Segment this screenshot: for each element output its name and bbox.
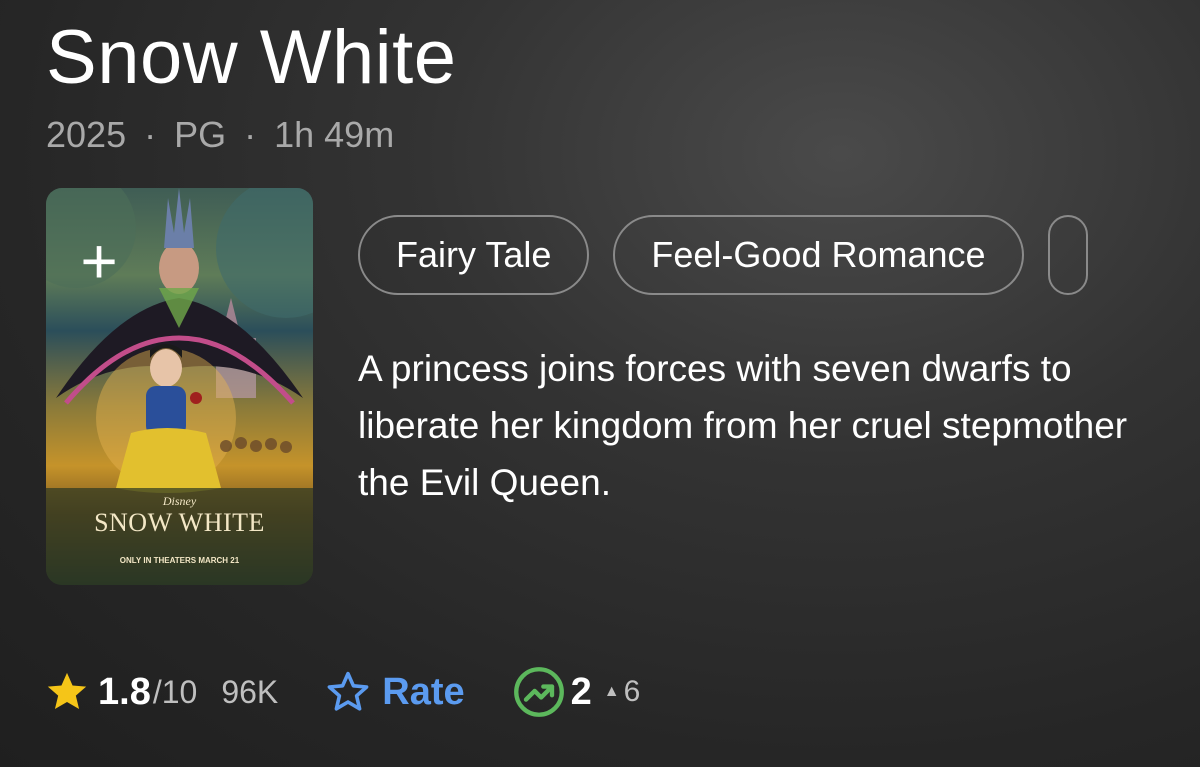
meta-separator: · bbox=[144, 114, 157, 155]
triangle-up-icon: ▲ bbox=[603, 683, 620, 700]
runtime: 1h 49m bbox=[274, 114, 395, 155]
genre-chip-partial[interactable] bbox=[1047, 215, 1088, 295]
plot-description: A princess joins forces with seven dwarf… bbox=[358, 348, 1128, 503]
poster-release-text: ONLY IN THEATERS MARCH 21 bbox=[119, 556, 240, 565]
rating-scale: /10 bbox=[152, 673, 198, 710]
plus-icon: + bbox=[80, 225, 118, 297]
page-title: Snow White bbox=[46, 15, 457, 100]
vote-count: 96K bbox=[221, 673, 279, 710]
trending-up-icon bbox=[513, 667, 564, 717]
poster-title-logo: SNOW WHITE bbox=[94, 508, 265, 537]
star-outline-icon bbox=[327, 671, 369, 711]
imdb-rating: 1.8 bbox=[98, 670, 151, 713]
meta-separator: · bbox=[244, 114, 257, 155]
title-metadata: 2025 · PG · 1h 49m bbox=[46, 114, 394, 156]
genre-chips: Fairy Tale Feel-Good Romance bbox=[358, 212, 1100, 298]
poster-brand-logo: Disney bbox=[162, 494, 197, 508]
popularity-change-value: 6 bbox=[623, 675, 641, 708]
genre-chip-fairy-tale[interactable]: Fairy Tale bbox=[358, 215, 590, 295]
popularity-rank: 2 bbox=[570, 670, 592, 713]
rate-button[interactable]: Rate bbox=[324, 668, 465, 716]
popularity-meter[interactable]: 2 ▲ 6 bbox=[513, 666, 641, 718]
rating-bar: 1.8 /10 96K Rate 2 ▲ 6 bbox=[44, 664, 640, 720]
release-year: 2025 bbox=[46, 114, 127, 155]
rate-label: Rate bbox=[382, 670, 465, 713]
movie-poster[interactable]: + Disney SNOW WHITE ONLY IN THEATERS MAR… bbox=[46, 188, 313, 585]
genre-chip-feel-good-romance[interactable]: Feel-Good Romance bbox=[613, 215, 1024, 295]
popularity-change: ▲ 6 bbox=[604, 675, 641, 709]
star-icon bbox=[47, 672, 87, 710]
add-to-watchlist-button[interactable]: + bbox=[64, 226, 134, 296]
content-rating: PG bbox=[174, 114, 227, 155]
